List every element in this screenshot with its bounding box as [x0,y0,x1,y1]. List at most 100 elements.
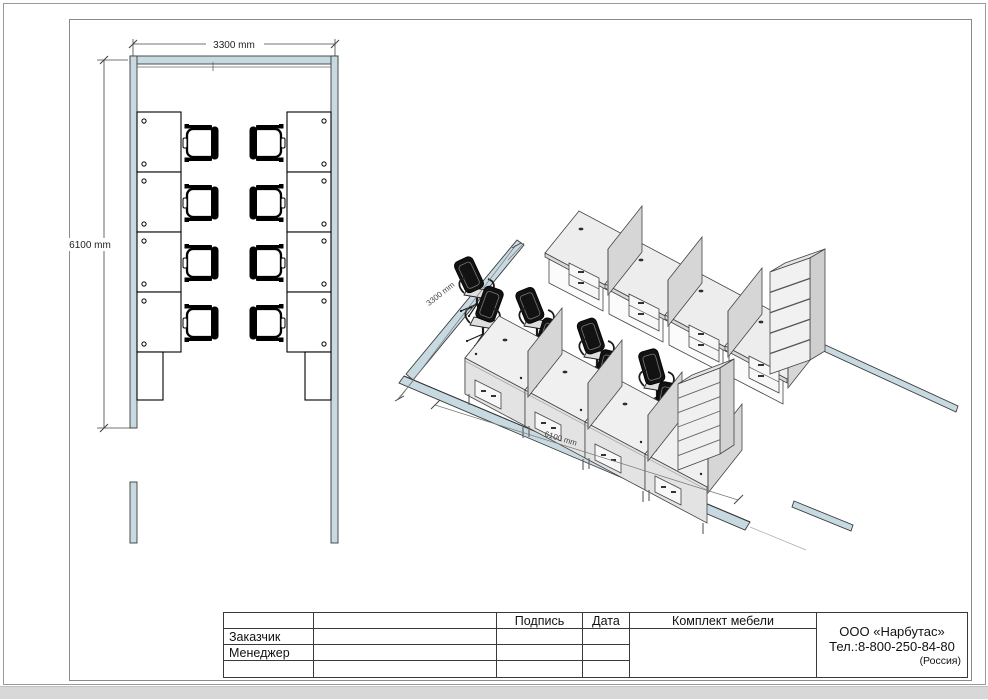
chair-2d [250,184,286,222]
cabinet-2d [137,352,163,400]
bookshelf-front [770,258,810,374]
grommet-3d [503,339,508,342]
grommet-2d [322,119,326,123]
tb-cell-empty [224,613,314,629]
chair-2d [250,124,286,162]
wall-top [130,56,338,64]
page-bottom-band [0,686,988,699]
drawer-handle [661,486,666,488]
grommet-3d [579,228,584,231]
tb-field-date-2[interactable] [583,645,630,661]
grommet-2d [322,239,326,243]
tb-field-manager[interactable] [314,645,497,661]
tb-field-signature-2[interactable] [497,645,583,661]
drawer-handle [541,422,546,424]
wall-door-stub [130,482,137,543]
grommet-3d [639,259,644,262]
grommet-2d [142,119,146,123]
chair-2d [250,244,286,282]
drawing-canvas: 3300 mm 6100 mm [0,0,988,700]
company-name: ООО «Нарбутас» [839,624,944,639]
drawer-handle [638,302,644,304]
drawer-handle [491,395,496,397]
grommet-2d [322,179,326,183]
grommet-2d [142,179,146,183]
grommet-2d [142,342,146,346]
plan-2d-furniture [137,112,331,400]
tb-field-date-1[interactable] [583,629,630,645]
wall-right [331,56,338,543]
grommet-2d [322,162,326,166]
chair-back [453,255,485,294]
drawer-handle [671,491,676,493]
grommet-2d [322,299,326,303]
tb-set-body[interactable] [630,629,817,677]
tb-field-extra[interactable] [314,661,497,677]
tb-label-manager: Менеджер [224,645,314,661]
cabinet-side [720,359,734,454]
chair-2d [183,124,219,162]
tb-header-set: Комплект мебели [630,613,817,629]
tb-field-signature-3[interactable] [497,661,583,677]
grommet-2d [142,239,146,243]
caster [460,310,462,312]
grommet-3d [699,290,704,293]
plan-dim-length-label: 6100 mm [69,240,111,251]
iso-dim-width-label: 3300 mm [425,280,457,308]
drawing-page: 3300 mm 6100 mm [0,0,988,700]
drawer-handle [551,427,556,429]
chair-2d [183,304,219,342]
screw-dot [520,377,522,379]
bookshelf-side [810,249,825,360]
grommet-3d [563,371,568,374]
drawer-handle [698,333,704,335]
tb-field-customer[interactable] [314,629,497,645]
company-phone: Тел.:8-800-250-84-80 [829,639,955,654]
tb-company-cell: ООО «Нарбутас» Тел.:8-800-250-84-80 (Рос… [817,613,967,677]
grommet-3d [623,403,628,406]
grommet-2d [142,282,146,286]
drawer-handle [698,344,704,346]
tb-label-customer: Заказчик [224,629,314,645]
wall-3d-door-stub [792,501,853,531]
screw-dot [475,353,477,355]
drawer-handle [601,454,606,456]
floor-plan-2d: 3300 mm 6100 mm [62,38,339,543]
grommet-2d [142,162,146,166]
tb-cell-empty [224,661,314,677]
drawer-handle [578,282,584,284]
company-country: (Россия) [920,655,961,667]
caster [468,315,470,317]
grommet-3d [759,321,764,324]
cabinet-2d [305,352,331,400]
screw-dot [700,473,702,475]
grommet-2d [322,282,326,286]
plan-dim-width-label: 3300 mm [213,40,255,51]
chair-2d [183,184,219,222]
drawer-handle [578,271,584,273]
grommet-2d [322,342,326,346]
drawer-handle [758,364,764,366]
grommet-2d [142,299,146,303]
floor-edge-line [750,527,806,550]
iso-view-3d: 3300 mm 6100 mm [395,206,958,550]
chair-back [514,286,545,325]
drawer-handle [638,313,644,315]
chair-2d [183,244,219,282]
drawer-handle [481,390,486,392]
tb-cell-empty [314,613,497,629]
chair-2d [250,304,286,342]
tb-header-signature: Подпись [497,613,583,629]
wall-left [130,56,137,428]
grommet-2d [322,222,326,226]
grommet-2d [142,222,146,226]
tb-header-date: Дата [583,613,630,629]
chair-back [637,348,666,386]
title-block: Подпись Дата Комплект мебели ООО «Нарбут… [223,612,968,678]
screw-dot [580,409,582,411]
screw-dot [640,441,642,443]
drawer-handle [758,375,764,377]
caster [466,340,468,342]
tb-field-date-3[interactable] [583,661,630,677]
tb-field-signature-1[interactable] [497,629,583,645]
